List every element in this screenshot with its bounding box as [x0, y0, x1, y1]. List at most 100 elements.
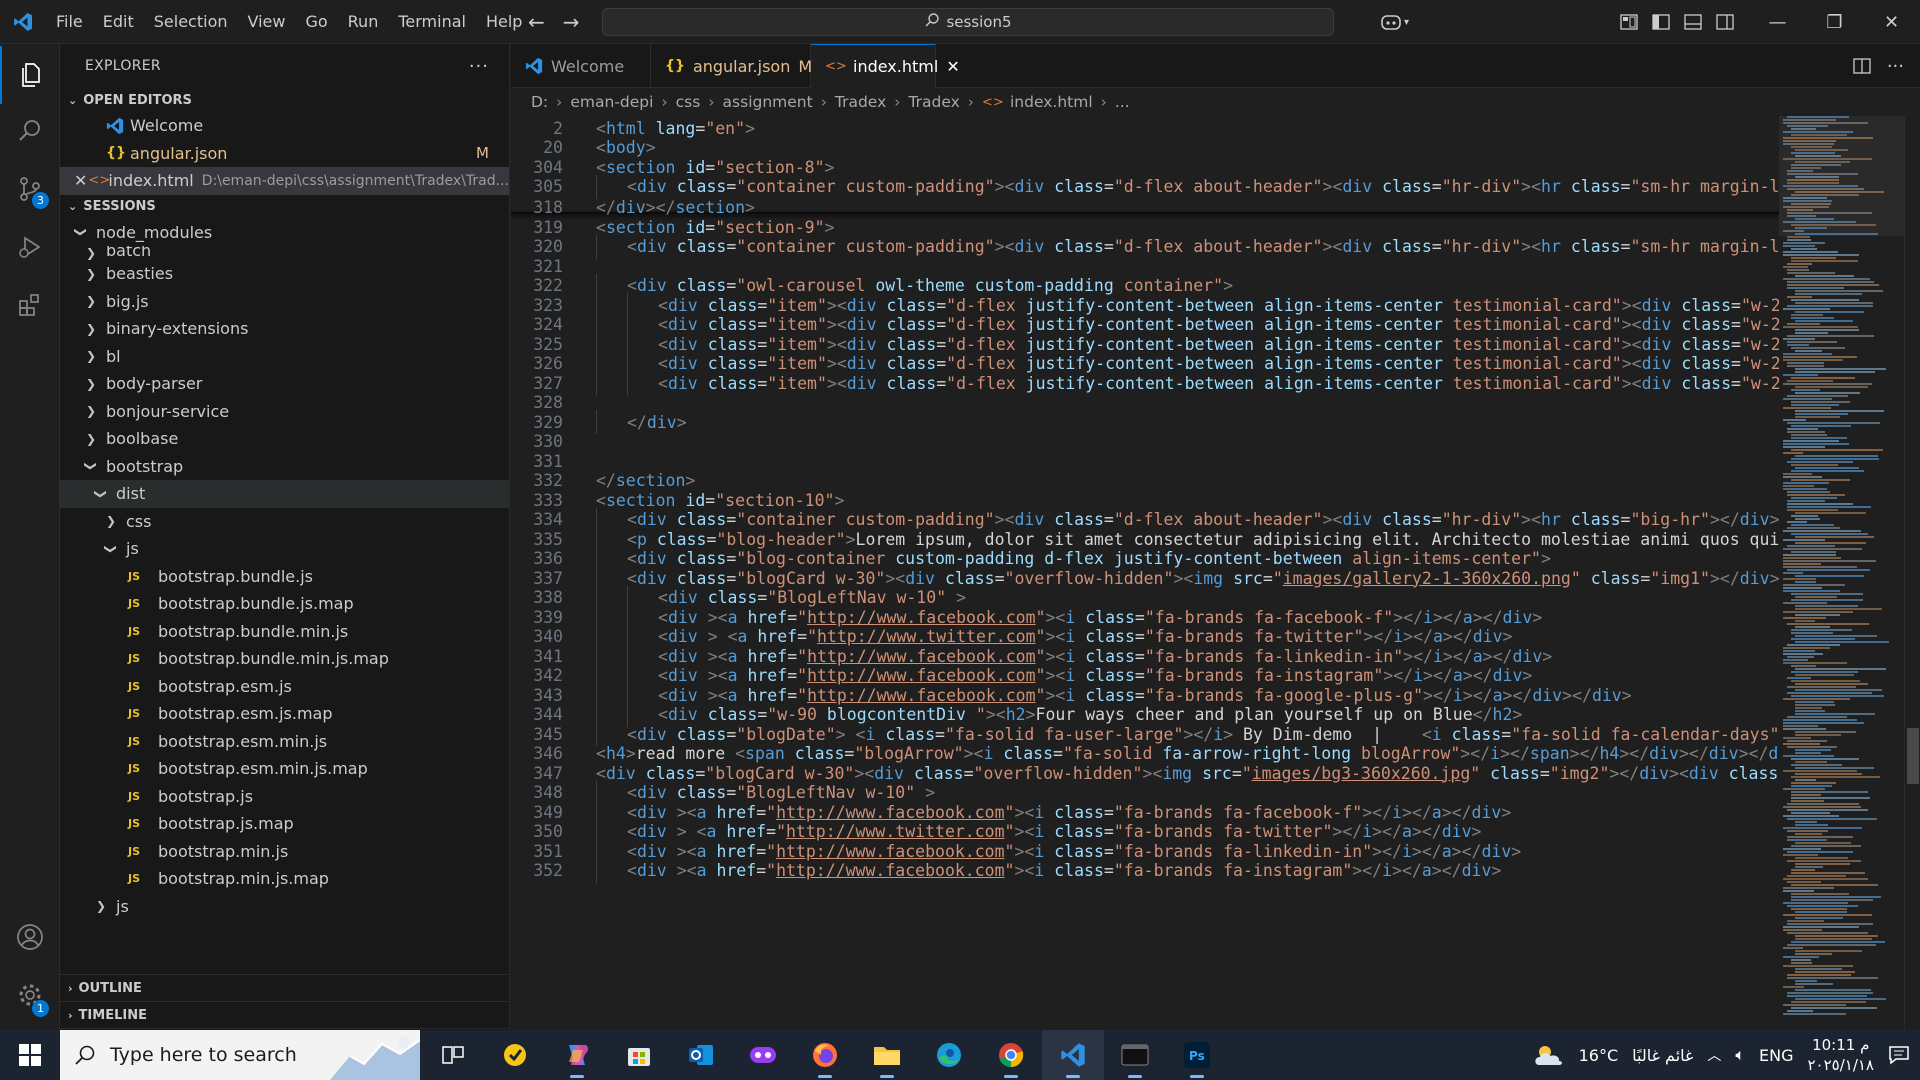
weather-text[interactable]: غائم غالبًا	[1632, 1046, 1693, 1065]
notifications-icon[interactable]	[1888, 1045, 1910, 1065]
windows-start-icon[interactable]	[0, 1030, 60, 1080]
show-hidden-icons-chevron-up-icon[interactable]: ︿	[1707, 1045, 1721, 1065]
close-icon[interactable]: ✕	[74, 171, 88, 190]
customize-layout-icon[interactable]	[1620, 14, 1638, 30]
folder-item[interactable]: ❯ big.js	[60, 288, 509, 316]
extensions-icon[interactable]	[0, 276, 60, 334]
chrome-icon[interactable]	[980, 1030, 1042, 1080]
edge-icon[interactable]	[918, 1030, 980, 1080]
source-control-icon[interactable]: 3	[0, 160, 60, 218]
command-center-search[interactable]: session5	[602, 8, 1334, 36]
copilot-menu-icon[interactable]: ▾	[1380, 10, 1420, 34]
menu-item-run[interactable]: Run	[338, 0, 389, 44]
file-item[interactable]: JS bootstrap.js.map	[60, 810, 509, 838]
folder-item[interactable]: ❯ bonjour-service	[60, 398, 509, 426]
file-item[interactable]: JS bootstrap.min.js.map	[60, 865, 509, 893]
minimap[interactable]	[1779, 116, 1904, 1030]
scrollbar-thumb[interactable]	[1907, 728, 1919, 784]
toggle-primary-sidebar-icon[interactable]	[1652, 14, 1670, 30]
close-window-button[interactable]: ✕	[1863, 0, 1920, 44]
menu-item-selection[interactable]: Selection	[144, 0, 238, 44]
manage-gear-icon[interactable]: 1	[0, 966, 60, 1024]
folder-item[interactable]: ❯ js	[60, 535, 509, 563]
outlook-icon[interactable]	[670, 1030, 732, 1080]
game-icon[interactable]	[732, 1030, 794, 1080]
minimize-button[interactable]: —	[1749, 0, 1806, 44]
menu-item-file[interactable]: File	[46, 0, 93, 44]
file-item[interactable]: JS bootstrap.esm.min.js.map	[60, 755, 509, 783]
open-editor-item[interactable]: ✕ <> index.html D:\eman-depi\css\assignment…	[60, 167, 509, 195]
task-view-icon[interactable]	[422, 1030, 484, 1080]
file-item[interactable]: JS bootstrap.esm.js	[60, 673, 509, 701]
file-item[interactable]: JS bootstrap.bundle.js	[60, 563, 509, 591]
norton-icon[interactable]	[484, 1030, 546, 1080]
file-item[interactable]: JS bootstrap.bundle.min.js	[60, 618, 509, 646]
vscode-icon[interactable]	[1042, 1030, 1104, 1080]
breadcrumb-item[interactable]: eman-depi	[570, 93, 653, 111]
run-and-debug-icon[interactable]	[0, 218, 60, 276]
taskbar-search[interactable]: Type here to search	[60, 1030, 420, 1080]
file-item[interactable]: JS bootstrap.esm.js.map	[60, 700, 509, 728]
breadcrumb-item[interactable]: Tradex	[908, 93, 959, 111]
breadcrumb-item[interactable]: ...	[1115, 93, 1130, 111]
code-editor[interactable]: 2 <html lang="en"> 20 <body> 304 <section id=…	[511, 116, 1779, 1030]
folder-item[interactable]: ❯ scss	[60, 920, 509, 928]
folder-item[interactable]: ❯ bl	[60, 343, 509, 371]
folder-item[interactable]: ❯ node_modules	[60, 219, 509, 247]
tab-angular-json[interactable]: {} angular.json M	[651, 44, 812, 88]
file-item[interactable]: JS bootstrap.bundle.min.js.map	[60, 645, 509, 673]
file-item[interactable]: JS bootstrap.bundle.js.map	[60, 590, 509, 618]
toggle-secondary-sidebar-icon[interactable]	[1716, 14, 1734, 30]
search-icon[interactable]	[0, 102, 60, 160]
menu-item-go[interactable]: Go	[295, 0, 337, 44]
menu-item-help[interactable]: Help	[476, 0, 532, 44]
more-actions-icon[interactable]: ···	[469, 56, 489, 77]
folder-item[interactable]: ❯ binary-extensions	[60, 315, 509, 343]
copilot-icon[interactable]	[546, 1030, 608, 1080]
folder-item[interactable]: ❯ js	[60, 893, 509, 921]
folder-item[interactable]: ❯ css	[60, 508, 509, 536]
breadcrumb-item[interactable]: css	[676, 93, 701, 111]
timeline-header[interactable]: › TIMELINE	[60, 1002, 509, 1029]
menu-item-terminal[interactable]: Terminal	[388, 0, 476, 44]
back-arrow-icon[interactable]: ←	[528, 10, 545, 34]
folder-item[interactable]: ❯ beasties	[60, 260, 509, 288]
toggle-panel-icon[interactable]	[1684, 14, 1702, 30]
menu-item-edit[interactable]: Edit	[93, 0, 144, 44]
editor-scrollbar[interactable]	[1904, 116, 1920, 1030]
breadcrumb-item[interactable]: D:	[531, 93, 548, 111]
open-editors-header[interactable]: ⌄ OPEN EDITORS	[60, 88, 509, 112]
breadcrumb-item[interactable]: index.html	[1010, 93, 1093, 111]
sessions-header[interactable]: ⌄ SESSIONS	[60, 195, 509, 219]
code-line[interactable]: 352 <div ><a href="http://www.facebook.co…	[511, 858, 1779, 883]
folder-item[interactable]: ❯ boolbase	[60, 425, 509, 453]
language-indicator[interactable]: ENG	[1759, 1046, 1793, 1065]
photoshop-icon[interactable]: Ps	[1166, 1030, 1228, 1080]
clock[interactable]: 10:11 م ٢٠٢٥/١/١٨	[1807, 1035, 1874, 1075]
store-icon[interactable]	[608, 1030, 670, 1080]
more-actions-icon[interactable]: ···	[1887, 56, 1904, 77]
weather-temp[interactable]: 16°C	[1579, 1046, 1619, 1065]
restore-button[interactable]: ❐	[1806, 0, 1863, 44]
open-editor-item[interactable]: Welcome	[60, 112, 509, 140]
forward-arrow-icon[interactable]: →	[563, 10, 580, 34]
accounts-icon[interactable]	[0, 908, 60, 966]
close-tab-icon[interactable]: ✕	[946, 57, 959, 76]
tab-index-html[interactable]: <> index.html ✕	[811, 44, 960, 88]
file-item[interactable]: JS bootstrap.esm.min.js	[60, 728, 509, 756]
split-editor-icon[interactable]	[1853, 58, 1871, 74]
tab-welcome[interactable]: Welcome	[511, 44, 651, 88]
file-item[interactable]: JS bootstrap.js	[60, 783, 509, 811]
speaker-icon[interactable]: 🔈︎	[1735, 1045, 1745, 1065]
minimap-viewport[interactable]	[1779, 116, 1904, 236]
terminal-icon[interactable]	[1104, 1030, 1166, 1080]
folder-item[interactable]: ❯ bootstrap	[60, 453, 509, 481]
open-editor-item[interactable]: {} angular.json M	[60, 140, 509, 168]
folder-item[interactable]: ❯ body-parser	[60, 370, 509, 398]
explorer-icon[interactable]	[0, 46, 60, 104]
outline-header[interactable]: › OUTLINE	[60, 975, 509, 1002]
breadcrumb-item[interactable]: Tradex	[835, 93, 886, 111]
file-item[interactable]: JS bootstrap.min.js	[60, 838, 509, 866]
folder-item[interactable]: ❯ dist	[60, 480, 509, 508]
folder-item[interactable]: ❯ batch	[60, 246, 509, 260]
